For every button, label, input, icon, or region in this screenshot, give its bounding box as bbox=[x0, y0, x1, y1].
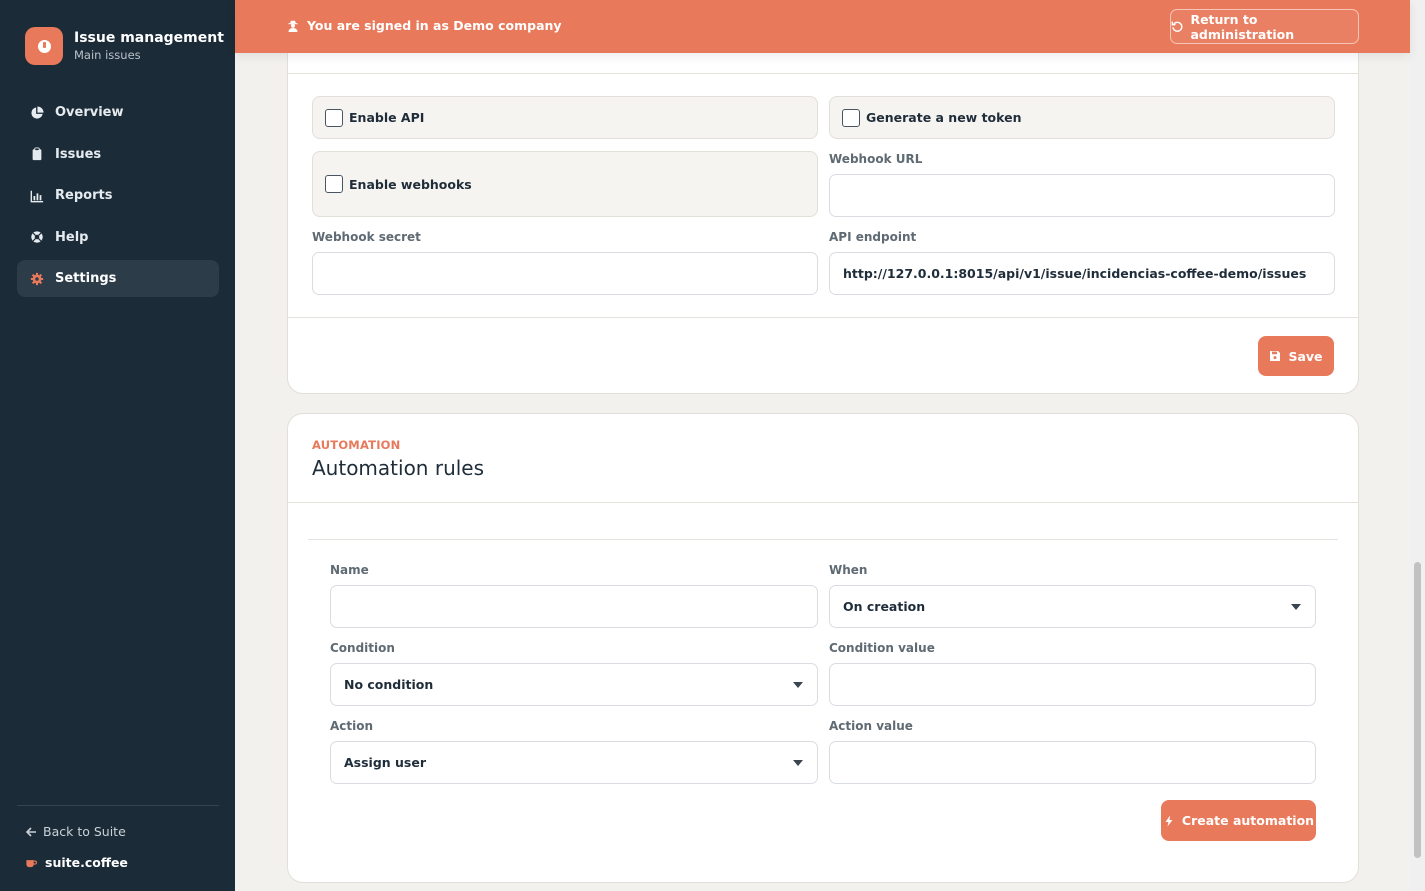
save-button[interactable]: Save bbox=[1258, 336, 1334, 376]
api-settings-card: Enable API Generate a new token Enable w… bbox=[287, 30, 1359, 394]
chevron-down-icon bbox=[1291, 604, 1301, 610]
bar-chart-icon bbox=[30, 190, 44, 203]
action-value-label: Action value bbox=[829, 719, 913, 733]
sidebar-item-label: Overview bbox=[55, 105, 124, 120]
floppy-disk-icon bbox=[1270, 351, 1281, 361]
condition-select[interactable]: No condition bbox=[330, 663, 818, 706]
brand[interactable]: Issue management Main issues bbox=[25, 27, 224, 65]
enable-webhooks-label: Enable webhooks bbox=[349, 176, 472, 192]
undo-icon bbox=[1171, 21, 1183, 32]
generate-token-label: Generate a new token bbox=[866, 110, 1022, 125]
user-secret-icon bbox=[288, 20, 298, 32]
enable-webhooks-checkbox[interactable]: Enable webhooks bbox=[312, 151, 818, 217]
card-divider bbox=[288, 73, 1358, 74]
webhook-secret-label: Webhook secret bbox=[312, 230, 421, 244]
checkbox-square[interactable] bbox=[842, 108, 860, 127]
api-endpoint-label: API endpoint bbox=[829, 230, 917, 244]
form-divider bbox=[308, 539, 1338, 540]
sidebar: Issue management Main issues Overview Is… bbox=[0, 0, 235, 891]
sidebar-item-label: Settings bbox=[55, 271, 117, 287]
condition-value-label: Condition value bbox=[829, 641, 935, 655]
condition-label: Condition bbox=[330, 641, 395, 655]
create-automation-button[interactable]: Create automation bbox=[1161, 800, 1316, 841]
chevron-down-icon bbox=[793, 682, 803, 688]
sidebar-item-help[interactable]: Help bbox=[17, 219, 219, 256]
suite-brand-label: suite.coffee bbox=[45, 855, 128, 870]
sidebar-item-label: Reports bbox=[55, 188, 113, 204]
clipboard-icon bbox=[32, 147, 42, 161]
sidebar-item-issues[interactable]: Issues bbox=[17, 136, 219, 173]
name-label: Name bbox=[330, 563, 369, 577]
lifebuoy-icon bbox=[31, 231, 43, 243]
brand-title: Issue management bbox=[74, 30, 224, 46]
page-scrollbar[interactable] bbox=[1410, 0, 1425, 891]
action-label: Action bbox=[330, 719, 374, 733]
action-select-value: Assign user bbox=[344, 755, 427, 770]
generate-token-checkbox[interactable]: Generate a new token bbox=[829, 96, 1335, 139]
suite-brand[interactable]: suite.coffee bbox=[25, 855, 128, 870]
sidebar-divider bbox=[17, 805, 219, 806]
webhook-url-input[interactable] bbox=[829, 174, 1335, 217]
sidebar-item-overview[interactable]: Overview bbox=[17, 94, 219, 131]
gear-icon bbox=[30, 272, 44, 285]
brand-subtitle: Main issues bbox=[74, 48, 141, 62]
action-value-input[interactable] bbox=[829, 741, 1316, 784]
save-label: Save bbox=[1288, 348, 1323, 364]
webhook-secret-input[interactable] bbox=[312, 252, 818, 295]
sidebar-item-label: Issues bbox=[55, 146, 102, 162]
section-title: Automation rules bbox=[312, 456, 485, 480]
condition-value-input[interactable] bbox=[829, 663, 1316, 706]
chevron-down-icon bbox=[793, 760, 803, 766]
return-to-administration-label: Return to administration bbox=[1190, 11, 1295, 42]
checkbox-square[interactable] bbox=[325, 108, 343, 127]
webhook-url-label: Webhook URL bbox=[829, 152, 923, 166]
section-eyebrow: AUTOMATION bbox=[312, 438, 401, 452]
impersonation-banner: You are signed in as Demo company Return… bbox=[235, 0, 1410, 53]
enable-api-checkbox[interactable]: Enable API bbox=[312, 96, 818, 139]
sidebar-item-settings[interactable]: Settings bbox=[17, 260, 219, 298]
lightning-bolt-icon bbox=[1165, 815, 1173, 826]
sidebar-nav: Overview Issues Reports Help Settings bbox=[17, 94, 219, 302]
enable-api-label: Enable API bbox=[349, 110, 425, 125]
when-label: When bbox=[829, 563, 868, 577]
banner-text: You are signed in as Demo company bbox=[307, 18, 562, 33]
card-divider bbox=[288, 502, 1358, 503]
card-divider bbox=[288, 317, 1358, 318]
when-select[interactable]: On creation bbox=[829, 585, 1316, 628]
alert-icon bbox=[25, 27, 63, 65]
banner-message: You are signed in as Demo company bbox=[287, 18, 562, 33]
action-select[interactable]: Assign user bbox=[330, 741, 818, 784]
sidebar-item-reports[interactable]: Reports bbox=[17, 177, 219, 214]
scrollbar-thumb[interactable] bbox=[1414, 562, 1421, 858]
create-automation-label: Create automation bbox=[1181, 813, 1315, 828]
automation-card: AUTOMATION Automation rules Name When On… bbox=[287, 413, 1359, 883]
back-to-suite-label: Back to Suite bbox=[43, 824, 126, 839]
checkbox-square[interactable] bbox=[325, 175, 343, 193]
arrow-left-icon bbox=[25, 826, 36, 837]
condition-select-value: No condition bbox=[344, 677, 434, 692]
coffee-cup-icon bbox=[26, 860, 37, 868]
return-to-administration-button[interactable]: Return to administration bbox=[1170, 9, 1359, 44]
sidebar-item-label: Help bbox=[55, 229, 89, 245]
when-select-value: On creation bbox=[843, 599, 926, 614]
api-endpoint-input[interactable]: http://127.0.0.1:8015/api/v1/issue/incid… bbox=[829, 252, 1335, 295]
rule-name-input[interactable] bbox=[330, 585, 818, 628]
back-to-suite-link[interactable]: Back to Suite bbox=[25, 824, 126, 839]
pie-chart-icon bbox=[31, 105, 44, 119]
